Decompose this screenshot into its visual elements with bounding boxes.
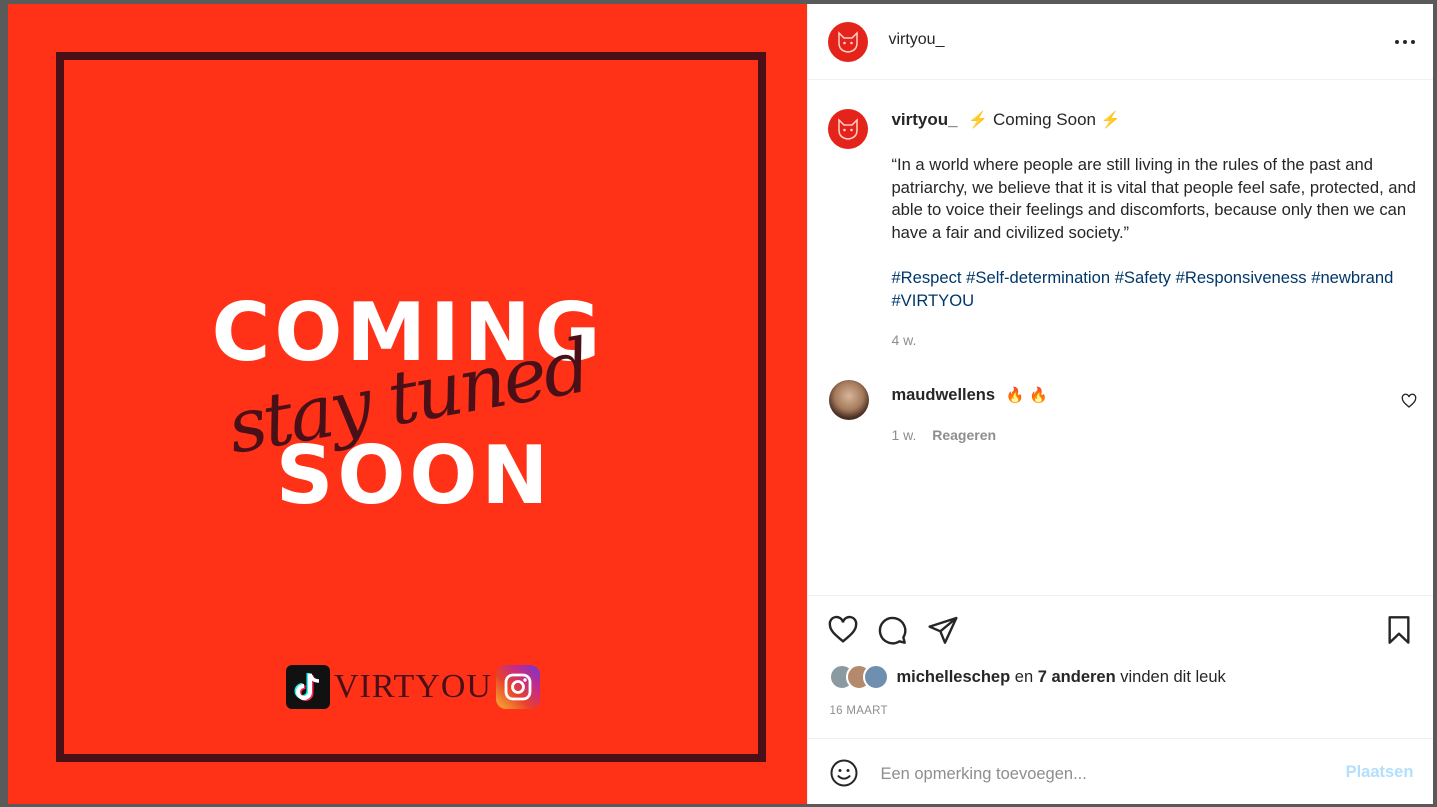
cat-logo-icon (838, 31, 859, 53)
hashtag-link[interactable]: #Respect (891, 268, 961, 287)
liker-avatar (863, 664, 890, 690)
likes-text: michelleschep en 7 anderen vinden dit le… (896, 668, 1225, 687)
post-actions: michelleschep en 7 anderen vinden dit le… (808, 595, 1434, 739)
post-image[interactable]: COMING SOON stay tuned VIRTYOU (8, 4, 808, 804)
avatar[interactable] (828, 22, 869, 62)
post-modal: COMING SOON stay tuned VIRTYOU virtyou_ … (8, 4, 1434, 805)
likes-joiner: en (1014, 667, 1034, 686)
tiktok-icon (286, 665, 330, 709)
comment-button[interactable] (876, 614, 908, 646)
post-comment-button[interactable]: Plaatsen (1346, 763, 1414, 782)
cat-logo-icon (838, 118, 859, 140)
reply-button[interactable]: Reageren (932, 427, 996, 443)
smiley-icon (830, 759, 858, 787)
likes-suffix: vinden dit leuk (1120, 667, 1226, 686)
caption-area: virtyou_ ⚡ Coming Soon ⚡ “In a world whe… (808, 80, 1433, 595)
post-date[interactable]: 16 MAART (829, 705, 887, 717)
caption-username[interactable]: virtyou_ (891, 110, 957, 129)
hashtag-link[interactable]: #VIRTYOU (891, 291, 974, 310)
post-side-panel: virtyou_ virtyou_ ⚡ Coming Soon ⚡ “In a (807, 4, 1434, 805)
instagram-icon (495, 665, 540, 709)
caption-avatar[interactable] (828, 109, 869, 149)
bookmark-icon (1388, 616, 1410, 644)
comment-username[interactable]: maudwellens (891, 386, 995, 404)
add-comment-form: Plaatsen (808, 738, 1434, 805)
comment: maudwellens 🔥 🔥 (891, 386, 1047, 405)
more-options-icon (1395, 40, 1415, 44)
heart-icon (829, 615, 858, 643)
hashtag-link[interactable]: #newbrand (1311, 268, 1393, 287)
hashtag-link[interactable]: #Safety (1115, 268, 1171, 287)
comment-input[interactable] (878, 757, 1333, 791)
like-button[interactable] (827, 614, 859, 646)
first-liker-link[interactable]: michelleschep (896, 668, 1010, 686)
fire-icon: 🔥 (1028, 387, 1048, 404)
comment-avatar[interactable] (829, 380, 870, 420)
comment-like-button[interactable] (1401, 393, 1417, 409)
caption-title-line: virtyou_ ⚡ Coming Soon ⚡ (891, 110, 1120, 130)
more-options-button[interactable] (1393, 32, 1417, 52)
share-button[interactable] (927, 614, 959, 646)
comment-timestamp[interactable]: 1 w. (891, 427, 916, 443)
lightning-icon: ⚡ (968, 112, 989, 129)
emoji-button[interactable] (829, 758, 859, 788)
caption-title: Coming Soon (992, 110, 1096, 129)
post-header: virtyou_ (808, 4, 1433, 80)
likes-summary: michelleschep en 7 anderen vinden dit le… (829, 664, 1226, 690)
brand-name: VIRTYOU (334, 668, 492, 705)
lightning-icon: ⚡ (1100, 112, 1121, 129)
comment-meta: 1 w. Reageren (891, 427, 996, 443)
others-link[interactable]: 7 anderen (1038, 668, 1116, 686)
heart-icon (1402, 393, 1417, 408)
comment-icon (879, 616, 907, 645)
hashtag-list: #Respect #Self-determination #Safety #Re… (891, 267, 1421, 312)
caption-timestamp[interactable]: 4 w. (891, 332, 916, 348)
caption-text: “In a world where people are still livin… (891, 155, 1416, 242)
hashtag-link[interactable]: #Responsiveness (1176, 268, 1307, 287)
fire-icon: 🔥 (1005, 387, 1025, 404)
send-icon (928, 616, 958, 644)
save-button[interactable] (1383, 614, 1415, 646)
header-username[interactable]: virtyou_ (888, 31, 944, 49)
brand-row: VIRTYOU (286, 664, 540, 710)
hashtag-link[interactable]: #Self-determination (966, 268, 1110, 287)
